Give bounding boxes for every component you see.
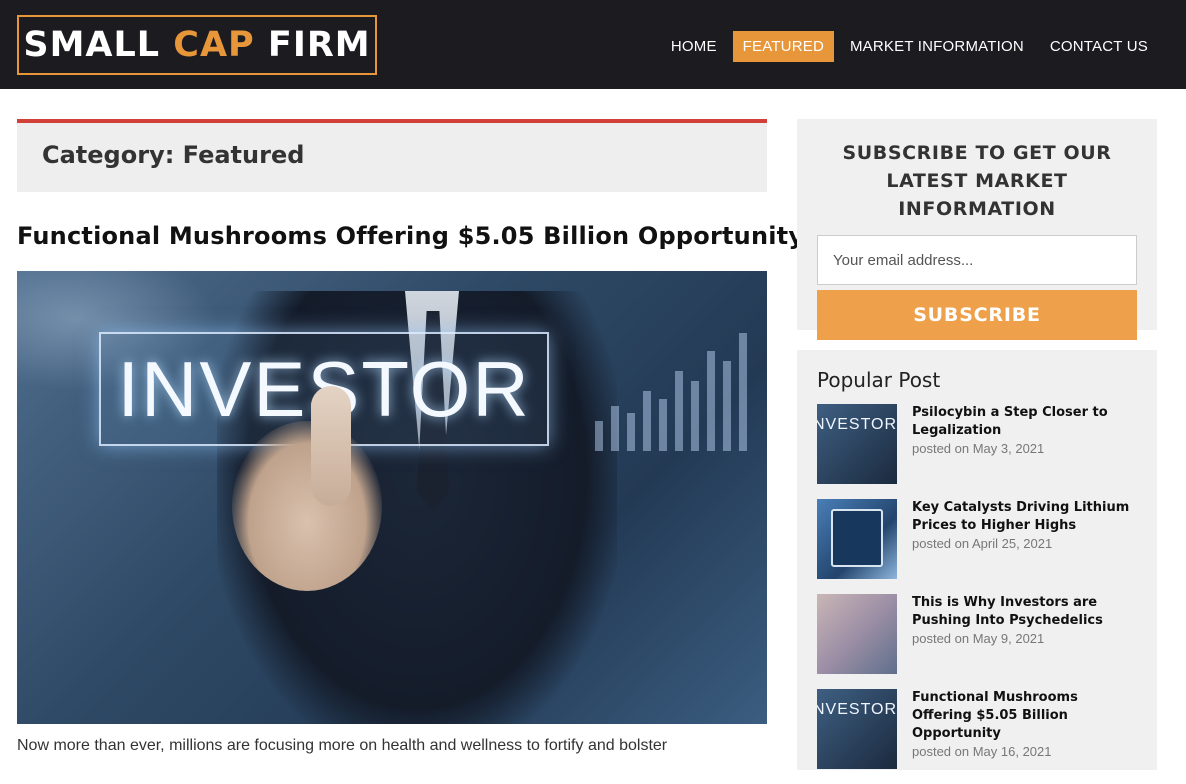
popular-post-title[interactable]: Functional Mushrooms Offering $5.05 Bill…: [912, 689, 1137, 743]
post-excerpt: Now more than ever, millions are focusin…: [17, 737, 668, 754]
site-header: SMALL CAP FIRM HOME FEATURED MARKET INFO…: [0, 0, 1186, 89]
post-thumbnail[interactable]: NVESTOR: [817, 689, 897, 769]
popular-post-date: posted on May 16, 2021: [912, 744, 1052, 759]
nav-market-information[interactable]: MARKET INFORMATION: [840, 31, 1034, 62]
subscribe-heading: SUBSCRIBE TO GET OUR LATEST MARKET INFOR…: [842, 142, 1112, 220]
thumbnail-text: NVESTOR: [817, 416, 897, 433]
nav-home[interactable]: HOME: [661, 31, 727, 62]
thumbnail-text: NVESTOR: [817, 701, 897, 718]
nav-featured[interactable]: FEATURED: [732, 31, 834, 62]
nav-contact-us[interactable]: CONTACT US: [1040, 31, 1158, 62]
pointing-finger-graphic: [311, 386, 351, 506]
post-thumbnail[interactable]: [817, 499, 897, 579]
post-thumbnail[interactable]: NVESTOR: [817, 404, 897, 484]
post-thumbnail[interactable]: [817, 594, 897, 674]
popular-post-item[interactable]: NVESTOR Functional Mushrooms Offering $5…: [817, 689, 1137, 784]
post-title[interactable]: Functional Mushrooms Offering $5.05 Bill…: [17, 222, 804, 250]
popular-post-date: posted on May 3, 2021: [912, 441, 1045, 456]
popular-post-title[interactable]: Key Catalysts Driving Lithium Prices to …: [912, 499, 1137, 535]
logo-text: SMALL CAP FIRM: [23, 25, 371, 65]
tablet-graphic: [831, 509, 883, 567]
popular-heading: Popular Post: [817, 368, 941, 392]
popular-post-title[interactable]: This is Why Investors are Pushing Into P…: [912, 594, 1137, 630]
email-input[interactable]: [817, 235, 1137, 285]
subscribe-widget: SUBSCRIBE TO GET OUR LATEST MARKET INFOR…: [797, 119, 1157, 340]
category-header: Category: Featured: [17, 119, 767, 192]
popular-post-item[interactable]: This is Why Investors are Pushing Into P…: [817, 594, 1137, 689]
post-featured-image[interactable]: INVESTOR: [17, 271, 767, 724]
popular-post-date: posted on May 9, 2021: [912, 631, 1045, 646]
main-nav: HOME FEATURED MARKET INFORMATION CONTACT…: [655, 31, 1158, 62]
hand-graphic: [232, 421, 382, 591]
popular-post-date: posted on April 25, 2021: [912, 536, 1053, 551]
site-logo[interactable]: SMALL CAP FIRM: [17, 15, 377, 75]
category-title: Category: Featured: [42, 141, 305, 169]
bar-chart-graphic: [595, 331, 747, 451]
popular-post-item[interactable]: Key Catalysts Driving Lithium Prices to …: [817, 499, 1137, 594]
popular-posts-widget: Popular Post NVESTOR Psilocybin a Step C…: [797, 350, 1157, 770]
popular-post-title[interactable]: Psilocybin a Step Closer to Legalization: [912, 404, 1137, 440]
popular-post-item[interactable]: NVESTOR Psilocybin a Step Closer to Lega…: [817, 404, 1137, 499]
subscribe-button[interactable]: SUBSCRIBE: [817, 290, 1137, 340]
